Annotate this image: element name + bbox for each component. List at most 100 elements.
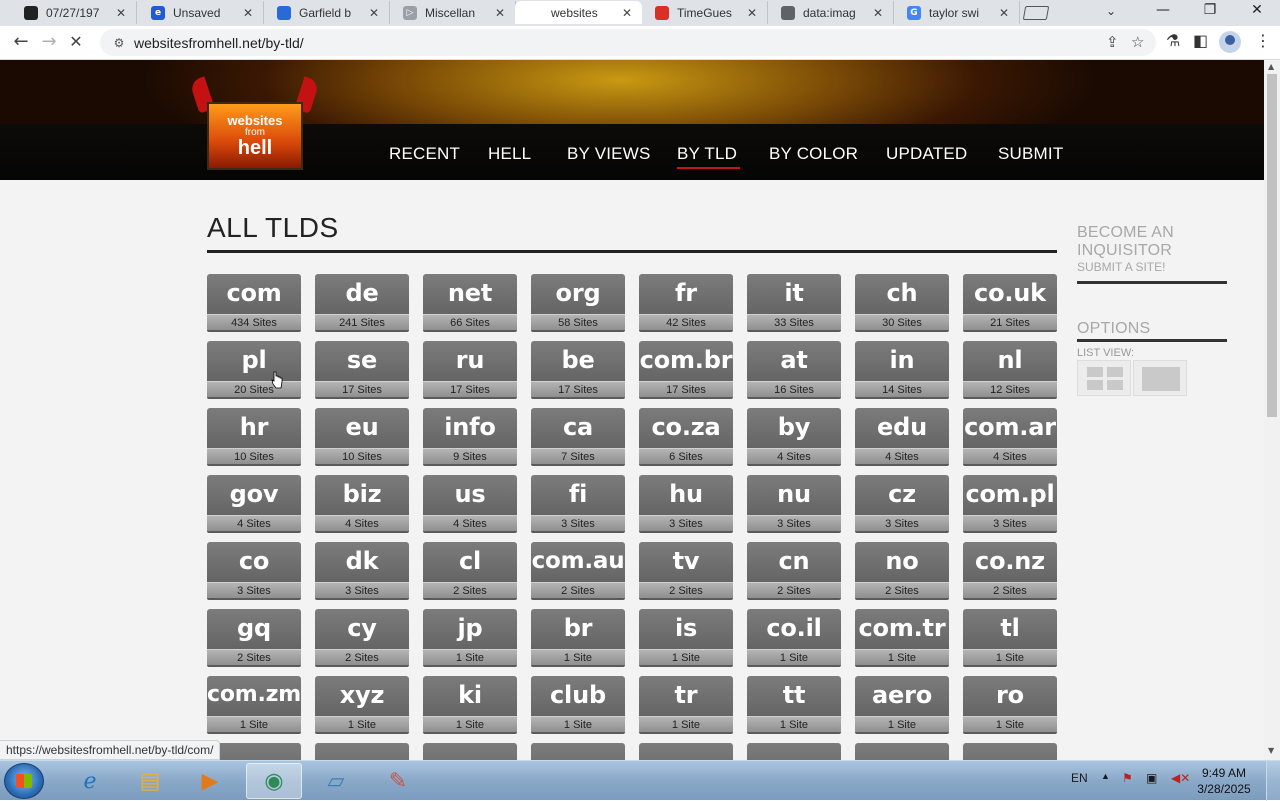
tld-tile-partial[interactable] [855,743,949,760]
tld-tile[interactable]: ki 1 Site [423,676,517,734]
tld-tile[interactable]: co.za 6 Sites [639,408,733,466]
browser-tab[interactable]: data:imag ✕ [767,1,894,24]
nav-submit[interactable]: SUBMIT [998,144,1063,164]
new-tab-button[interactable] [1022,6,1050,20]
tld-tile[interactable]: br 1 Site [531,609,625,667]
tld-tile[interactable]: de 241 Sites [315,274,409,332]
minimize-icon[interactable]: — [1153,2,1173,18]
tld-tile-partial[interactable] [423,743,517,760]
site-info-icon[interactable]: ⚙ [112,36,126,50]
tld-tile[interactable]: by 4 Sites [747,408,841,466]
site-logo[interactable]: websites from hell [189,76,320,173]
browser-tab[interactable]: TimeGues ✕ [641,1,768,24]
tab-close-icon[interactable]: ✕ [241,6,255,20]
tld-tile[interactable]: com.ar 4 Sites [963,408,1057,466]
tld-tile[interactable]: com.tr 1 Site [855,609,949,667]
menu-kebab-icon[interactable]: ⋮ [1255,31,1271,50]
tld-tile[interactable]: com.au 2 Sites [531,542,625,600]
tld-tile[interactable]: com 434 Sites [207,274,301,332]
tld-tile-partial[interactable] [963,743,1057,760]
url-text[interactable]: websitesfromhell.net/by-tld/ [134,35,304,51]
tld-tile[interactable]: co.nz 2 Sites [963,542,1057,600]
action-center-icon[interactable]: ⚑ [1122,771,1133,785]
nav-updated[interactable]: UPDATED [886,144,967,164]
tld-tile-partial[interactable] [531,743,625,760]
tld-tile[interactable]: ru 17 Sites [423,341,517,399]
tld-tile[interactable]: it 33 Sites [747,274,841,332]
tld-tile[interactable]: gov 4 Sites [207,475,301,533]
tld-tile[interactable]: hr 10 Sites [207,408,301,466]
tld-tile[interactable]: nu 3 Sites [747,475,841,533]
tld-tile[interactable]: co.uk 21 Sites [963,274,1057,332]
scrollbar-thumb[interactable] [1267,74,1277,417]
address-bar[interactable]: ⚙ websitesfromhell.net/by-tld/ ⇪ ☆ [100,29,1156,56]
nav-recent[interactable]: RECENT [389,144,460,164]
become-inquisitor-block[interactable]: BECOME AN INQUISITOR SUBMIT A SITE! [1077,224,1174,274]
tld-tile[interactable]: co 3 Sites [207,542,301,600]
show-desktop-button[interactable] [1266,761,1280,801]
tld-tile[interactable]: info 9 Sites [423,408,517,466]
paint-icon[interactable]: ✎ [370,763,426,799]
system-clock[interactable]: 9:49 AM 3/28/2025 [1194,765,1254,797]
media-player-icon[interactable]: ▶ [182,763,238,799]
tab-close-icon[interactable]: ✕ [620,6,634,20]
tld-tile-partial[interactable] [315,743,409,760]
tld-tile[interactable]: in 14 Sites [855,341,949,399]
tld-tile[interactable]: gq 2 Sites [207,609,301,667]
internet-explorer-icon[interactable]: ℯ [62,763,118,799]
tld-tile[interactable]: biz 4 Sites [315,475,409,533]
profile-avatar[interactable] [1219,31,1241,53]
tld-tile[interactable]: cy 2 Sites [315,609,409,667]
stop-loading-icon[interactable]: ✕ [64,31,88,55]
tld-tile[interactable]: at 16 Sites [747,341,841,399]
extension-flask-icon[interactable]: ⚗ [1166,31,1180,50]
tld-tile[interactable]: edu 4 Sites [855,408,949,466]
browser-tab[interactable]: 07/27/197 ✕ [10,1,137,24]
tld-tile[interactable]: nl 12 Sites [963,341,1057,399]
tld-tile[interactable]: fr 42 Sites [639,274,733,332]
large-view-toggle[interactable] [1133,360,1187,396]
tld-tile-partial[interactable] [639,743,733,760]
tld-tile[interactable]: co.il 1 Site [747,609,841,667]
tab-search-icon[interactable]: ⌄ [1106,4,1116,18]
tld-tile[interactable]: ca 7 Sites [531,408,625,466]
back-icon[interactable]: ← [9,31,33,55]
tld-tile[interactable]: tv 2 Sites [639,542,733,600]
forward-icon[interactable]: → [37,31,61,55]
tab-close-icon[interactable]: ✕ [745,6,759,20]
tld-tile[interactable]: tt 1 Site [747,676,841,734]
tld-tile[interactable]: net 66 Sites [423,274,517,332]
scroll-down-icon[interactable]: ▼ [1268,746,1274,755]
browser-tab[interactable]: ▷ Miscellan ✕ [389,1,516,24]
browser-tab[interactable]: Garfield b ✕ [263,1,390,24]
nav-by-views[interactable]: BY VIEWS [567,144,650,164]
close-window-icon[interactable]: ✕ [1247,2,1267,18]
tld-tile-partial[interactable] [747,743,841,760]
start-button[interactable] [4,763,44,799]
tld-tile[interactable]: pl 20 Sites [207,341,301,399]
bookmark-star-icon[interactable]: ☆ [1131,33,1144,51]
browser-tab[interactable]: websites ✕ [515,1,642,24]
tld-tile[interactable]: is 1 Site [639,609,733,667]
tld-tile[interactable]: cn 2 Sites [747,542,841,600]
chrome-taskbar-icon[interactable]: ◉ [246,763,302,799]
notepad-icon[interactable]: ▱ [308,763,364,799]
tld-tile[interactable]: com.zm 1 Site [207,676,301,734]
submit-site-link[interactable]: SUBMIT A SITE! [1077,260,1174,274]
share-icon[interactable]: ⇪ [1106,33,1119,51]
network-icon[interactable]: ▣ [1146,771,1157,785]
tld-tile[interactable]: org 58 Sites [531,274,625,332]
tld-tile[interactable]: hu 3 Sites [639,475,733,533]
volume-muted-icon[interactable]: ◀✕ [1171,771,1190,785]
tab-close-icon[interactable]: ✕ [997,6,1011,20]
tld-tile[interactable]: aero 1 Site [855,676,949,734]
tld-tile[interactable]: jp 1 Site [423,609,517,667]
tab-close-icon[interactable]: ✕ [493,6,507,20]
tld-tile[interactable]: dk 3 Sites [315,542,409,600]
tld-tile[interactable]: us 4 Sites [423,475,517,533]
browser-tab[interactable]: e Unsaved ✕ [137,1,264,24]
browser-tab[interactable]: Gtaylor swi ✕ [893,1,1020,24]
scroll-up-icon[interactable]: ▲ [1268,62,1274,71]
tld-tile[interactable]: cl 2 Sites [423,542,517,600]
tab-close-icon[interactable]: ✕ [367,6,381,20]
